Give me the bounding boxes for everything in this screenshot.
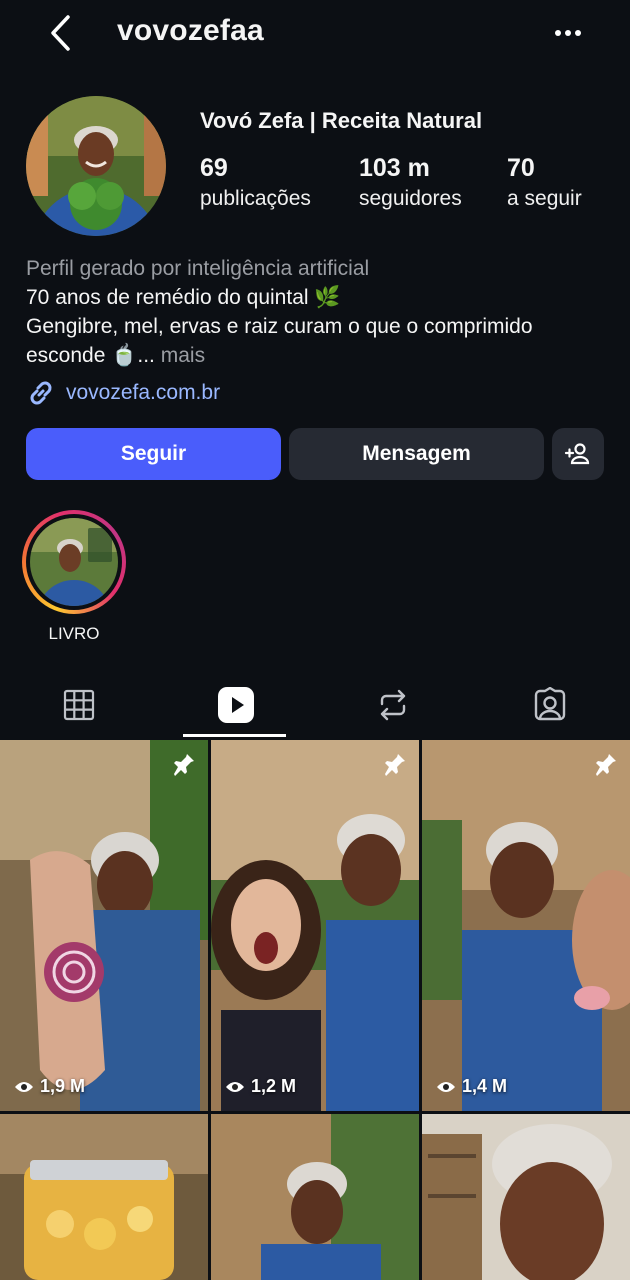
profile-link[interactable]: vovozefa.com.br (26, 378, 220, 408)
highlight-label: LIVRO (48, 624, 100, 643)
message-button[interactable]: Mensagem (289, 428, 544, 480)
grid-icon (63, 689, 94, 721)
reel-view-count-text: 1,2 M (251, 1076, 297, 1096)
reel-thumbnail-3[interactable]: 1,4 M (422, 740, 630, 1111)
eye-icon (437, 1081, 455, 1092)
reel-thumbnail-1[interactable]: 1,9 M (0, 740, 208, 1111)
highlight-ring (22, 510, 126, 614)
reel-thumbnail-2[interactable]: 1,2 M (211, 740, 419, 1111)
stat-following-value: 70 (507, 154, 535, 182)
chevron-left-icon (51, 15, 70, 51)
profile-username: vovozefaa (117, 14, 264, 47)
repost-icon (380, 689, 405, 721)
profile-bio: Perfil gerado por inteligência artificia… (26, 254, 616, 370)
profile-link-text[interactable]: vovozefa.com.br (66, 381, 220, 405)
profile-avatar[interactable] (26, 96, 166, 236)
eye-icon (226, 1081, 244, 1092)
reel-thumbnail-5[interactable] (211, 1114, 419, 1280)
bio-more-link[interactable]: mais (161, 344, 205, 367)
reel-view-count-text: 1,4 M (462, 1076, 508, 1096)
tab-reels[interactable] (157, 672, 314, 738)
bio-line: 70 anos de remédio do quintal 🌿 (26, 286, 341, 309)
reel-thumbnail-4[interactable] (0, 1114, 208, 1280)
highlight-livro[interactable]: LIVRO (22, 510, 126, 644)
pinned-icon (174, 754, 194, 776)
suggested-users-button[interactable] (552, 428, 604, 480)
bio-line-last: esconde 🍵... mais (26, 341, 616, 370)
more-horizontal-icon (555, 30, 581, 36)
profile-tabs (0, 672, 630, 738)
follow-button[interactable]: Seguir (26, 428, 281, 480)
stat-posts[interactable]: 69 publicações (200, 154, 311, 211)
tab-tagged[interactable] (471, 672, 628, 738)
back-button[interactable] (42, 12, 82, 56)
tab-reposts[interactable] (314, 672, 471, 738)
reel-thumbnail-6[interactable] (422, 1114, 630, 1280)
bio-line-text: esconde 🍵... (26, 344, 155, 367)
top-bar: vovozefaa (0, 0, 630, 70)
stat-following[interactable]: 70 a seguir (507, 154, 582, 211)
reel-view-count: 1,4 M (436, 1076, 507, 1097)
link-icon (30, 381, 52, 405)
bio-line: Gengibre, mel, ervas e raiz curam o que … (26, 315, 533, 338)
active-tab-indicator (183, 734, 286, 737)
reels-icon (217, 687, 254, 723)
more-options-button[interactable] (548, 14, 588, 54)
pinned-icon (596, 754, 616, 776)
reel-view-count: 1,2 M (225, 1076, 296, 1097)
reel-view-count-text: 1,9 M (40, 1076, 86, 1096)
stat-posts-label: publicações (200, 187, 311, 210)
person-add-icon (564, 443, 590, 465)
stat-followers-label: seguidores (359, 187, 462, 210)
eye-icon (15, 1081, 33, 1092)
ai-generated-notice: Perfil gerado por inteligência artificia… (26, 257, 370, 280)
stat-followers[interactable]: 103 m seguidores (359, 154, 462, 211)
tagged-icon (534, 687, 565, 721)
stat-following-label: a seguir (507, 187, 582, 210)
reel-view-count: 1,9 M (14, 1076, 85, 1097)
stat-followers-value: 103 m (359, 154, 430, 182)
pinned-icon (385, 754, 405, 776)
profile-display-name: Vovó Zefa | Receita Natural (200, 108, 483, 133)
highlight-cover (30, 518, 118, 606)
tab-grid[interactable] (0, 672, 157, 738)
stat-posts-value: 69 (200, 154, 228, 182)
